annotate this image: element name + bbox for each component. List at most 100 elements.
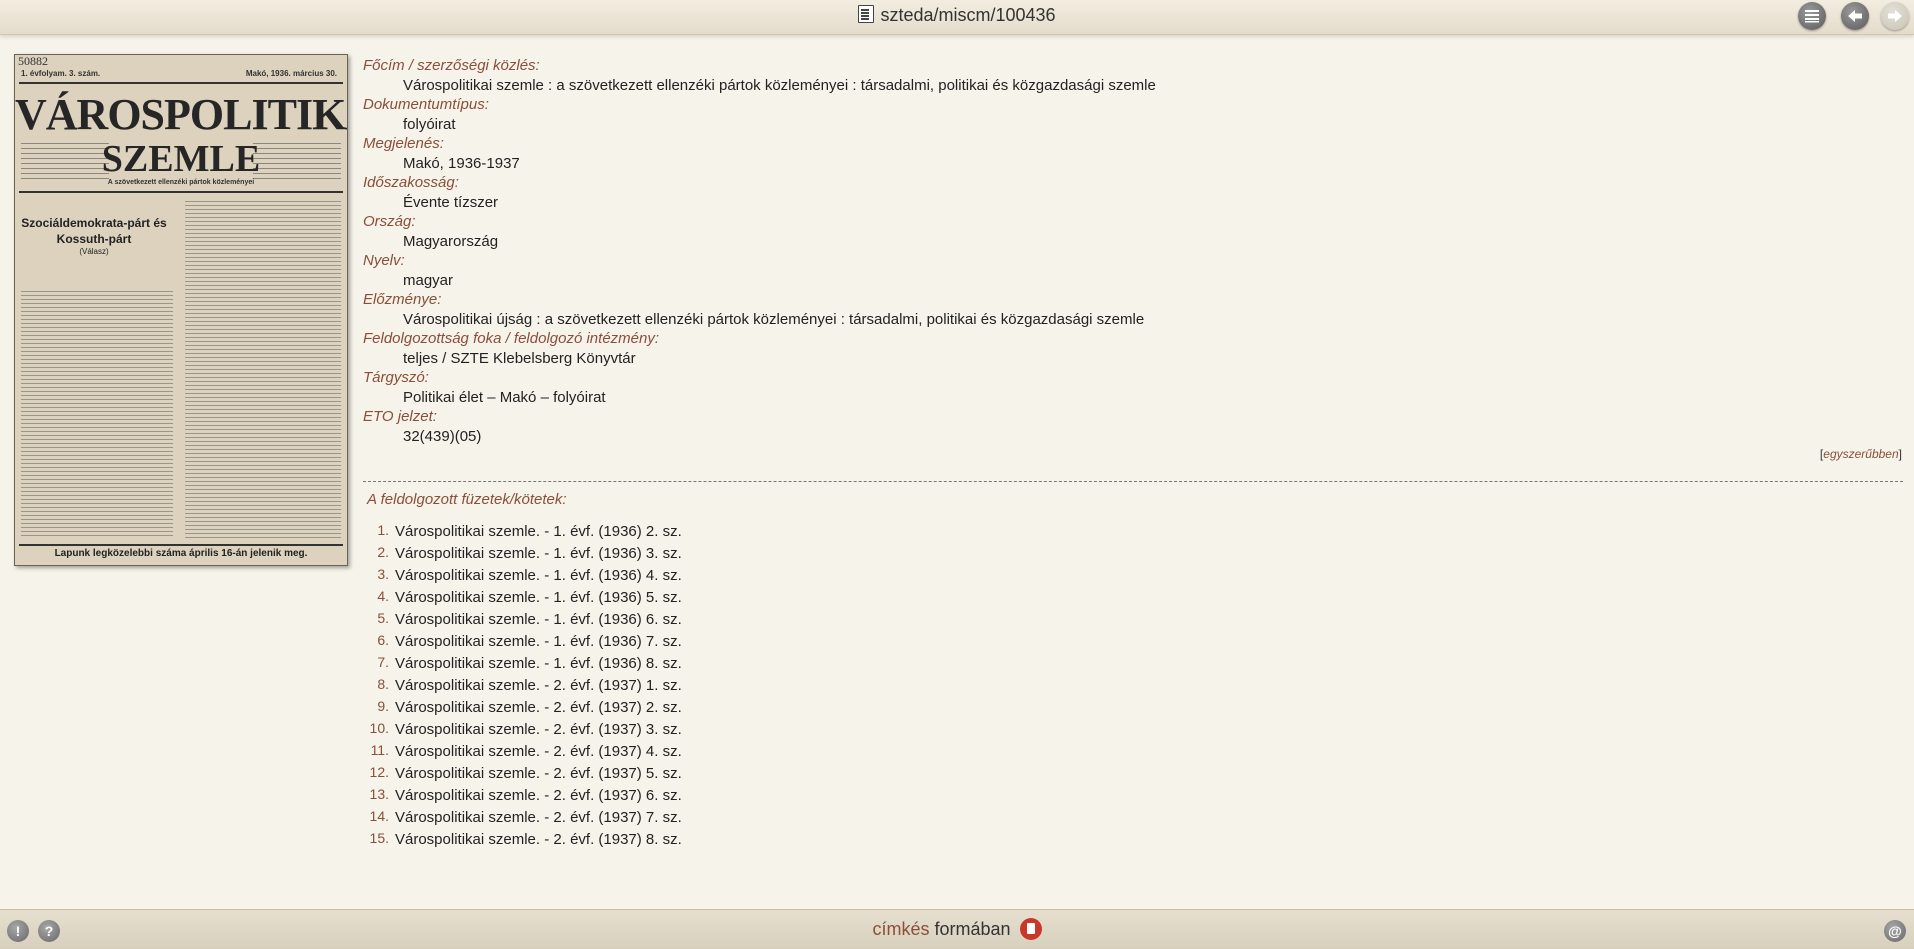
- field-label: Főcím / szerzőségi közlés:: [363, 57, 540, 74]
- field-value: Magyarország: [403, 232, 499, 250]
- field-value: Politikai élet – Makó – folyóirat: [403, 388, 606, 406]
- volume-number: 3.: [377, 566, 389, 582]
- field-value: Várospolitikai szemle : a szövetkezett e…: [403, 76, 1156, 94]
- field-label: ETO jelzet:: [363, 408, 437, 425]
- cover-issue-line: 1. évfolyam. 3. szám.: [21, 69, 101, 78]
- volume-link[interactable]: Várospolitikai szemle. - 2. évf. (1937) …: [395, 721, 682, 738]
- volume-link[interactable]: Várospolitikai szemle. - 1. évf. (1936) …: [395, 567, 682, 584]
- volume-link[interactable]: Várospolitikai szemle. - 1. évf. (1936) …: [395, 589, 682, 606]
- volume-number: 11.: [370, 742, 389, 758]
- field-label: Tárgyszó:: [363, 369, 429, 386]
- record-title: szteda/miscm/100436: [0, 5, 1914, 26]
- list-view-button[interactable]: [1798, 2, 1826, 30]
- field-label: Előzménye:: [363, 291, 442, 308]
- cover-text-column: [185, 201, 341, 539]
- field-value: teljes / SZTE Klebelsberg Könyvtár: [403, 349, 636, 367]
- list-icon: [1805, 10, 1819, 23]
- volume-number: 2.: [377, 544, 389, 560]
- volumes-heading: A feldolgozott füzetek/kötetek:: [367, 491, 567, 508]
- volume-link[interactable]: Várospolitikai szemle. - 2. évf. (1937) …: [395, 809, 682, 826]
- labeled-format-link[interactable]: címkés formában: [0, 918, 1914, 940]
- volume-number: 10.: [369, 720, 389, 736]
- back-button[interactable]: [1841, 2, 1869, 30]
- volume-item[interactable]: 5. Várospolitikai szemle. - 1. évf. (1936…: [365, 609, 682, 631]
- volume-list: 1. Várospolitikai szemle. - 1. évf. (1936…: [365, 521, 682, 851]
- volume-item[interactable]: 14. Várospolitikai szemle. - 2. évf. (193…: [365, 807, 682, 829]
- format-word2: formában: [934, 919, 1011, 939]
- volume-item[interactable]: 13. Várospolitikai szemle. - 2. évf. (193…: [365, 785, 682, 807]
- document-icon: [1019, 918, 1042, 940]
- volume-item[interactable]: 15. Várospolitikai szemle. - 2. évf. (193…: [365, 829, 682, 851]
- cover-rule: [19, 82, 343, 84]
- cover-bottom-line: Lapunk legközelebbi száma április 16-án …: [19, 544, 343, 559]
- cover-number: 50882: [18, 54, 48, 68]
- volume-link[interactable]: Várospolitikai szemle. - 1. évf. (1936) …: [395, 545, 682, 562]
- volume-link[interactable]: Várospolitikai szemle. - 2. évf. (1937) …: [395, 699, 682, 716]
- cover-image[interactable]: 50882 1. évfolyam. 3. szám. Makó, 1936. …: [14, 54, 348, 566]
- format-word1: címkés: [872, 919, 930, 939]
- volume-number: 9.: [377, 698, 389, 714]
- volume-number: 7.: [377, 654, 389, 670]
- cover-title-line2: SZEMLE: [101, 138, 261, 180]
- cover-headline: Szociáldemokrata-párt és Kossuth-párt (V…: [19, 215, 169, 257]
- volume-link[interactable]: Várospolitikai szemle. - 2. évf. (1937) …: [395, 677, 682, 694]
- field-label: Megjelenés:: [363, 135, 444, 152]
- volume-item[interactable]: 12. Várospolitikai szemle. - 2. évf. (193…: [365, 763, 682, 785]
- volume-item[interactable]: 8. Várospolitikai szemle. - 2. évf. (1937…: [365, 675, 682, 697]
- volume-item[interactable]: 9. Várospolitikai szemle. - 2. évf. (1937…: [365, 697, 682, 719]
- volume-number: 13.: [369, 786, 389, 802]
- volume-number: 14.: [369, 808, 389, 824]
- volume-item[interactable]: 10. Várospolitikai szemle. - 2. évf. (193…: [365, 719, 682, 741]
- volume-item[interactable]: 11. Várospolitikai szemle. - 2. évf. (193…: [365, 741, 682, 763]
- volume-item[interactable]: 6. Várospolitikai szemle. - 1. évf. (1936…: [365, 631, 682, 653]
- volume-item[interactable]: 4. Várospolitikai szemle. - 1. évf. (1936…: [365, 587, 682, 609]
- volume-number: 6.: [377, 632, 389, 648]
- volume-link[interactable]: Várospolitikai szemle. - 2. évf. (1937) …: [395, 787, 682, 804]
- volume-link[interactable]: Várospolitikai szemle. - 1. évf. (1936) …: [395, 523, 682, 540]
- field-value: Várospolitikai újság : a szövetkezett el…: [403, 310, 1145, 328]
- document-icon: [858, 5, 875, 23]
- cover-title-line1: VÁROSPOLITIKAI: [15, 90, 347, 139]
- cover-headline-text: Szociáldemokrata-párt és Kossuth-párt: [21, 216, 167, 246]
- volume-number: 5.: [377, 610, 389, 626]
- contact-button[interactable]: @: [1884, 920, 1906, 942]
- field-value: magyar: [403, 271, 454, 289]
- at-sign-icon: @: [1888, 923, 1902, 939]
- field-value: folyóirat: [403, 115, 456, 133]
- field-label: Időszakosság:: [363, 174, 459, 191]
- record-details: Főcím / szerzőségi közlés: Várospolitikai…: [363, 56, 1903, 446]
- forward-button[interactable]: [1881, 2, 1909, 30]
- volume-link[interactable]: Várospolitikai szemle. - 1. évf. (1936) …: [395, 611, 682, 628]
- volume-number: 8.: [377, 676, 389, 692]
- volume-link[interactable]: Várospolitikai szemle. - 1. évf. (1936) …: [395, 655, 682, 672]
- field-value: 32(439)(05): [403, 427, 482, 445]
- volume-item[interactable]: 2. Várospolitikai szemle. - 1. évf. (1936…: [365, 543, 682, 565]
- cover-date-line: Makó, 1936. március 30.: [245, 69, 337, 78]
- field-value: Makó, 1936-1937: [403, 154, 520, 172]
- volume-number: 4.: [377, 588, 389, 604]
- simple-view: [egyszerűbben]: [1819, 447, 1902, 461]
- arrow-right-icon: [1888, 10, 1902, 22]
- field-label: Feldolgozottság foka / feldolgozó intézm…: [363, 330, 660, 347]
- volume-link[interactable]: Várospolitikai szemle. - 2. évf. (1937) …: [395, 831, 682, 848]
- volume-item[interactable]: 3. Várospolitikai szemle. - 1. évf. (1936…: [365, 565, 682, 587]
- volume-item[interactable]: 7. Várospolitikai szemle. - 1. évf. (1936…: [365, 653, 682, 675]
- field-label: Ország:: [363, 213, 416, 230]
- cover-subtitle: A szövetkezett ellenzéki pártok közlemén…: [107, 179, 255, 186]
- volume-link[interactable]: Várospolitikai szemle. - 1. évf. (1936) …: [395, 633, 682, 650]
- field-label: Nyelv:: [363, 252, 405, 269]
- top-bar: szteda/miscm/100436: [0, 0, 1914, 35]
- cover-text-column: [21, 291, 173, 539]
- section-divider: [363, 481, 1903, 482]
- field-label: Dokumentumtípus:: [363, 96, 489, 113]
- simple-view-link[interactable]: egyszerűbben: [1823, 447, 1898, 461]
- volume-number: 1.: [377, 522, 389, 538]
- cover-rule: [19, 191, 343, 193]
- volume-link[interactable]: Várospolitikai szemle. - 2. évf. (1937) …: [395, 743, 682, 760]
- bottom-bar: ! ? címkés formában @: [0, 909, 1914, 949]
- cover-headline-sub: (Válasz): [79, 247, 109, 256]
- volume-number: 12.: [369, 764, 389, 780]
- volume-item[interactable]: 1. Várospolitikai szemle. - 1. évf. (1936…: [365, 521, 682, 543]
- volume-link[interactable]: Várospolitikai szemle. - 2. évf. (1937) …: [395, 765, 682, 782]
- volume-number: 15.: [369, 830, 389, 846]
